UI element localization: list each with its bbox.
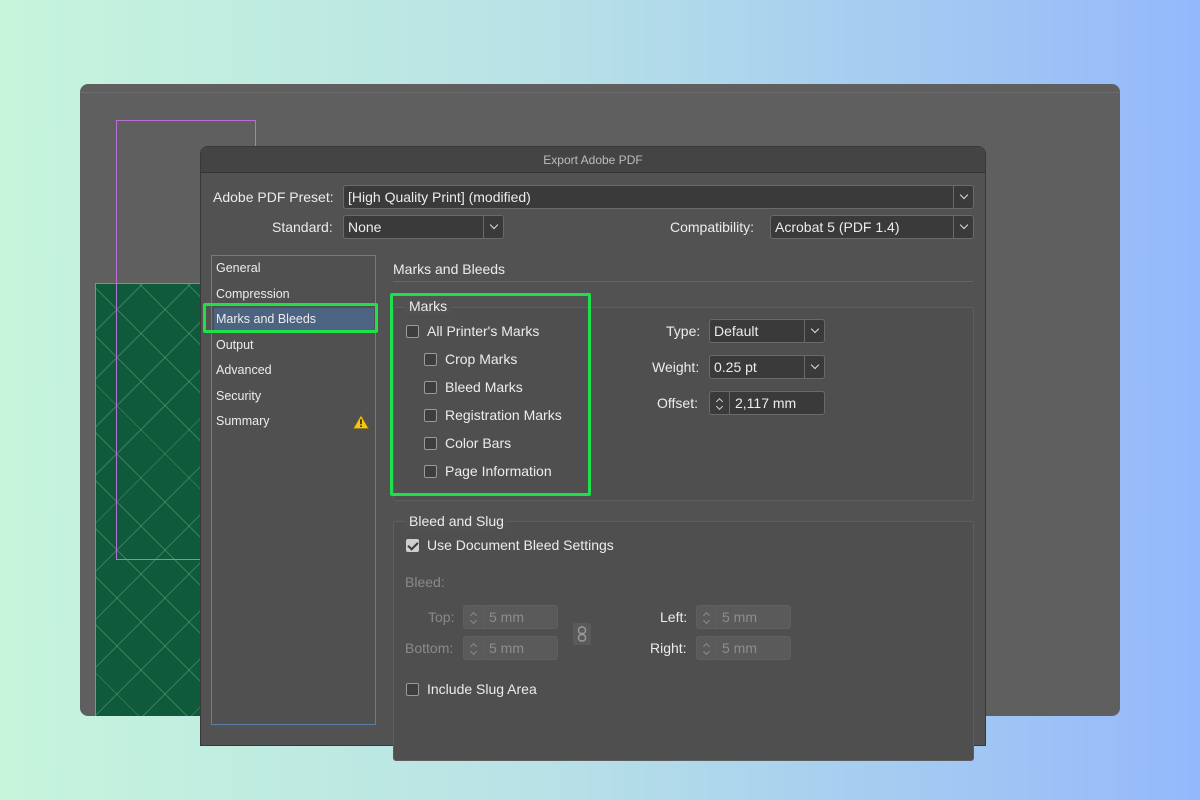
preset-label: Adobe PDF Preset: — [213, 189, 334, 205]
bleed-left-value: 5 mm — [722, 609, 757, 625]
sidebar-item-label: Output — [216, 338, 254, 352]
marks-weight-select[interactable]: 0.25 pt — [709, 355, 825, 379]
compatibility-select[interactable]: Acrobat 5 (PDF 1.4) — [770, 215, 974, 239]
preset-value: [High Quality Print] (modified) — [348, 189, 531, 205]
marks-type-select[interactable]: Default — [709, 319, 825, 343]
standard-label: Standard: — [272, 219, 333, 235]
section-title: Marks and Bleeds — [393, 261, 506, 277]
offset-label: Offset: — [657, 395, 698, 411]
marks-highlight-annotation — [390, 293, 591, 496]
offset-value: 2,117 mm — [735, 395, 797, 411]
use-document-bleed-option[interactable]: Use Document Bleed Settings — [406, 537, 614, 553]
chevron-down-icon — [483, 216, 503, 238]
chevron-down-icon — [804, 356, 824, 378]
stepper-arrows-icon[interactable] — [710, 392, 730, 414]
bleed-right-stepper[interactable]: 5 mm — [696, 636, 791, 660]
chevron-down-icon — [953, 186, 973, 208]
marks-type-value: Default — [714, 323, 759, 339]
bleed-label: Bleed: — [405, 574, 445, 590]
bleed-right-value: 5 mm — [722, 640, 757, 656]
sidebar-item-label: General — [216, 261, 261, 275]
sidebar-item-advanced[interactable]: Advanced — [216, 359, 272, 381]
weight-label: Weight: — [652, 359, 700, 375]
stepper-arrows-icon[interactable] — [464, 606, 484, 628]
right-label: Right: — [650, 640, 687, 656]
marks-weight-value: 0.25 pt — [714, 359, 757, 375]
top-label: Top: — [428, 609, 455, 625]
include-slug-checkbox[interactable] — [406, 682, 419, 696]
bleed-top-value: 5 mm — [489, 609, 524, 625]
workspace-divider — [80, 92, 1120, 93]
chevron-down-icon — [804, 320, 824, 342]
stepper-arrows-icon[interactable] — [697, 637, 717, 659]
checkbox-label: Use Document Bleed Settings — [427, 537, 614, 553]
bleed-left-stepper[interactable]: 5 mm — [696, 605, 791, 629]
type-label: Type: — [666, 323, 701, 339]
sidebar-item-label: Advanced — [216, 363, 272, 377]
use-document-bleed-checkbox[interactable] — [406, 538, 419, 552]
stepper-arrows-icon[interactable] — [464, 637, 484, 659]
sidebar-item-output[interactable]: Output — [216, 334, 254, 356]
checkbox-label: Include Slug Area — [427, 681, 537, 697]
preset-select[interactable]: [High Quality Print] (modified) — [343, 185, 974, 209]
compatibility-value: Acrobat 5 (PDF 1.4) — [775, 219, 900, 235]
bottom-label: Bottom: — [405, 640, 454, 656]
sidebar-item-summary[interactable]: Summary — [216, 410, 269, 432]
sidebar-item-security[interactable]: Security — [216, 385, 261, 407]
standard-select[interactable]: None — [343, 215, 504, 239]
sidebar-item-general[interactable]: General — [216, 257, 260, 279]
chevron-down-icon — [953, 216, 973, 238]
include-slug-option[interactable]: Include Slug Area — [406, 681, 537, 697]
sidebar-item-compression[interactable]: Compression — [216, 283, 290, 305]
sidebar-highlight-annotation — [203, 303, 378, 333]
offset-stepper[interactable]: 2,117 mm — [709, 391, 825, 415]
link-icon[interactable] — [573, 623, 591, 645]
stepper-arrows-icon[interactable] — [697, 606, 717, 628]
export-pdf-dialog: Export Adobe PDF Adobe PDF Preset: [High… — [200, 146, 986, 761]
bleed-bottom-stepper[interactable]: 5 mm — [463, 636, 558, 660]
sidebar-item-label: Compression — [216, 287, 290, 301]
bleed-bottom-value: 5 mm — [489, 640, 524, 656]
standard-value: None — [348, 219, 382, 235]
sidebar-item-label: Security — [216, 389, 262, 403]
dialog-titlebar: Export Adobe PDF — [201, 147, 985, 173]
left-label: Left: — [660, 609, 688, 625]
section-divider — [393, 281, 973, 282]
dialog-title: Export Adobe PDF — [543, 152, 643, 167]
bleed-top-stepper[interactable]: 5 mm — [463, 605, 558, 629]
sidebar-item-label: Summary — [216, 414, 270, 428]
compatibility-label: Compatibility: — [670, 219, 755, 235]
warning-icon — [353, 415, 369, 429]
bleed-slug-group-label: Bleed and Slug — [405, 513, 508, 529]
